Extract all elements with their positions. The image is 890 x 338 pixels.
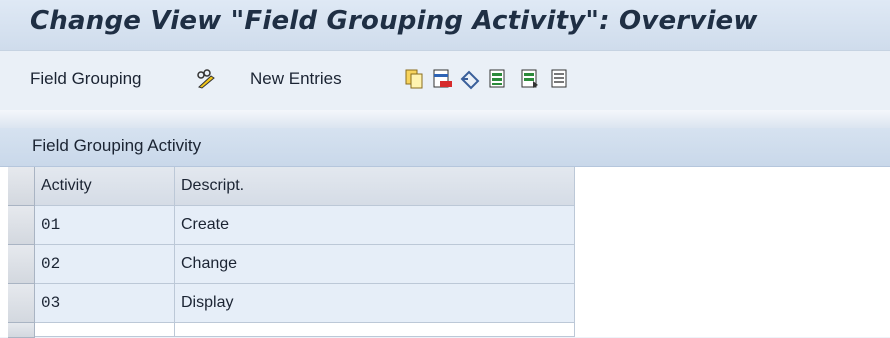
toolbar-separator xyxy=(0,110,890,129)
cell-description-empty[interactable] xyxy=(175,323,575,337)
window-title: Change View "Field Grouping Activity": O… xyxy=(30,6,758,36)
field-grouping-button[interactable]: Field Grouping xyxy=(30,69,142,89)
row-selector[interactable] xyxy=(8,323,35,338)
application-toolbar: Field Grouping New Entries xyxy=(0,50,890,111)
row-selector[interactable] xyxy=(8,245,35,284)
column-header-activity[interactable]: Activity xyxy=(35,167,175,206)
table-control: Activity Descript. 01 Create 02 Change 0… xyxy=(0,167,890,338)
cell-activity[interactable]: 02 xyxy=(35,245,175,284)
section-header: Field Grouping Activity xyxy=(0,128,890,167)
glasses-pencil-icon[interactable] xyxy=(195,68,217,90)
select-all-icon[interactable] xyxy=(487,68,509,90)
select-block-icon[interactable] xyxy=(519,68,541,90)
copy-icon[interactable] xyxy=(403,68,425,90)
section-title: Field Grouping Activity xyxy=(32,136,202,155)
cell-activity-empty[interactable] xyxy=(35,323,175,337)
row-selector[interactable] xyxy=(8,284,35,323)
cell-activity[interactable]: 03 xyxy=(35,284,175,323)
new-entries-button[interactable]: New Entries xyxy=(250,69,342,89)
select-all-rows-handle[interactable] xyxy=(8,167,35,206)
cell-description[interactable]: Change xyxy=(175,245,575,284)
row-selector[interactable] xyxy=(8,206,35,245)
deselect-all-icon[interactable] xyxy=(549,68,571,90)
title-bar: Change View "Field Grouping Activity": O… xyxy=(0,0,890,50)
delete-icon[interactable] xyxy=(431,68,453,90)
cell-description[interactable]: Create xyxy=(175,206,575,245)
cell-activity[interactable]: 01 xyxy=(35,206,175,245)
undo-icon[interactable] xyxy=(459,68,481,90)
cell-description[interactable]: Display xyxy=(175,284,575,323)
column-header-description[interactable]: Descript. xyxy=(175,167,575,206)
